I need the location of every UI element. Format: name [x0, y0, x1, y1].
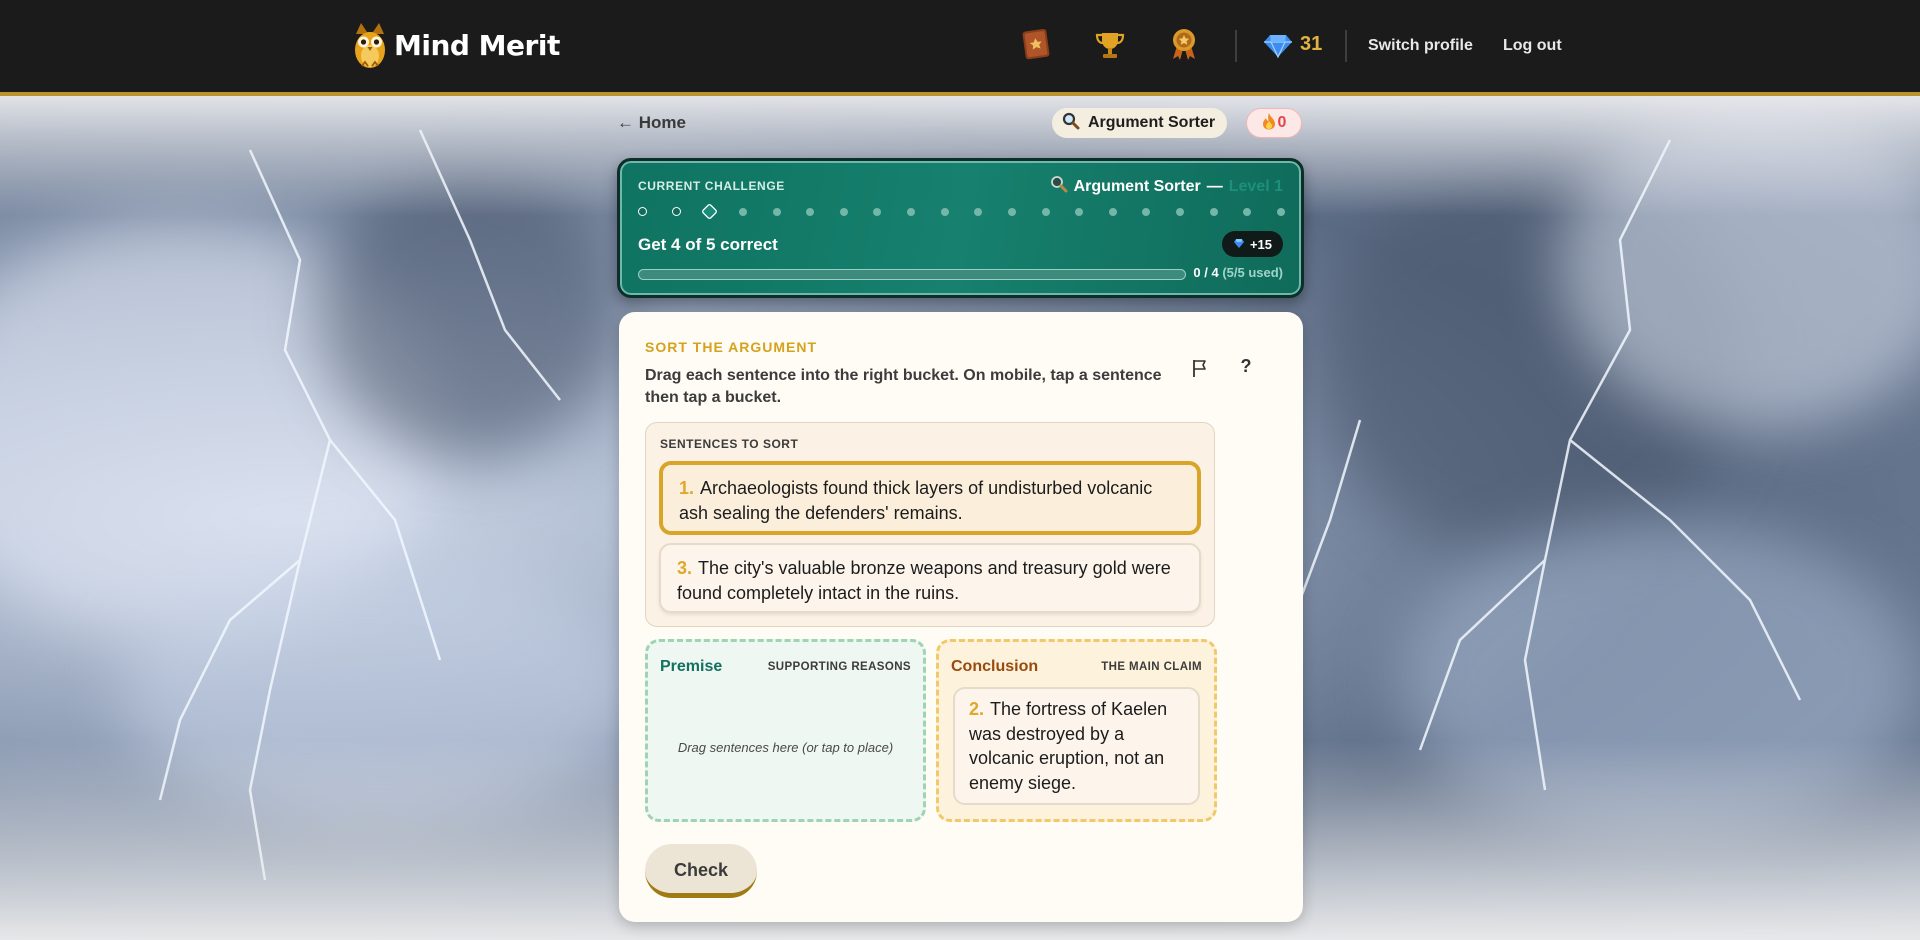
medal-icon[interactable]	[1166, 26, 1202, 62]
trophy-icon[interactable]	[1092, 26, 1128, 62]
sentence-text: The city's valuable bronze weapons and t…	[677, 558, 1171, 603]
owl-icon	[352, 20, 388, 70]
step-dot	[974, 208, 983, 216]
step-dot	[1176, 208, 1185, 216]
step-dot	[806, 208, 815, 216]
step-dot	[940, 208, 949, 216]
step-dot	[738, 208, 747, 216]
challenge-step-dots	[638, 202, 1289, 221]
streak-pill: 0	[1246, 108, 1302, 138]
step-dot	[1277, 208, 1285, 216]
step-dot	[638, 207, 647, 216]
step-dot	[1209, 208, 1218, 216]
flame-icon	[1262, 112, 1276, 135]
current-challenge-panel: CURRENT CHALLENGE Argument Sorter — Leve…	[617, 158, 1304, 298]
gem-icon	[1233, 237, 1245, 252]
step-dot	[873, 208, 882, 216]
app-logo[interactable]: Mind Merit	[352, 20, 560, 70]
game-pill-label: Argument Sorter	[1088, 114, 1216, 131]
sentence-card[interactable]: 3. The city's valuable bronze weapons and…	[659, 543, 1201, 613]
flag-icon[interactable]	[1189, 357, 1211, 379]
step-dot	[1041, 208, 1050, 216]
step-dot	[1108, 208, 1117, 216]
step-dot	[1142, 208, 1151, 216]
challenge-label: CURRENT CHALLENGE	[638, 179, 785, 193]
premise-bucket[interactable]: Premise SUPPORTING REASONS Drag sentence…	[645, 639, 926, 822]
challenge-game-name: Argument Sorter	[1073, 177, 1201, 195]
header-divider	[1235, 30, 1237, 62]
header-divider	[1345, 30, 1347, 62]
logout-link[interactable]: Log out	[1503, 37, 1562, 55]
task-instruction: Drag each sentence into the right bucket…	[645, 367, 1162, 406]
conclusion-bucket[interactable]: Conclusion THE MAIN CLAIM 2. The fortress…	[936, 639, 1217, 822]
back-home-link[interactable]: ← Home	[617, 113, 686, 133]
sentence-pool: SENTENCES TO SORT 1. Archaeologists found…	[645, 422, 1215, 627]
challenge-title: Argument Sorter — Level 1	[1050, 175, 1283, 198]
step-dot	[1075, 208, 1084, 216]
app-name: Mind Merit	[394, 28, 560, 62]
challenge-goal: Get 4 of 5 correct	[638, 235, 778, 254]
sentence-card[interactable]: 1. Archaeologists found thick layers of u…	[659, 461, 1201, 535]
magnifier-icon	[1062, 112, 1080, 135]
challenge-progress-text: 0 / 4 (5/5 used)	[1193, 265, 1283, 280]
challenge-level: Level 1	[1228, 177, 1283, 195]
sentence-text: Archaeologists found thick layers of und…	[679, 478, 1153, 523]
premise-drop-hint: Drag sentences here (or tap to place)	[677, 740, 894, 755]
progress-count: 0 / 4	[1193, 265, 1219, 280]
task-card: SORT THE ARGUMENT Drag each sentence int…	[619, 312, 1303, 922]
magnifier-icon	[1050, 175, 1068, 198]
pool-label: SENTENCES TO SORT	[660, 437, 799, 451]
attempts-used: (5/5 used)	[1222, 265, 1283, 280]
challenge-dash: —	[1206, 177, 1223, 195]
sentence-text: The fortress of Kaelen was destroyed by …	[969, 699, 1168, 793]
switch-profile-link[interactable]: Switch profile	[1368, 37, 1473, 55]
help-button[interactable]: ?	[1235, 356, 1257, 378]
check-button[interactable]: Check	[645, 844, 757, 898]
game-pill: Argument Sorter	[1052, 108, 1228, 138]
premise-subtitle: SUPPORTING REASONS	[767, 661, 911, 673]
step-dot	[701, 202, 719, 221]
premise-title: Premise	[660, 658, 723, 675]
sentence-number: 2.	[969, 699, 985, 719]
step-dot	[1007, 208, 1016, 216]
placed-sentence-card[interactable]: 2. The fortress of Kaelen was destroyed b…	[953, 687, 1200, 805]
step-dot	[671, 207, 681, 216]
streak-count: 0	[1277, 114, 1287, 131]
task-kicker: SORT THE ARGUMENT	[645, 339, 818, 355]
app-header: Mind Merit 31 Switch profile Log out	[0, 0, 1920, 96]
gem-icon	[1260, 26, 1296, 62]
step-dot	[907, 208, 916, 216]
conclusion-title: Conclusion	[951, 658, 1039, 675]
step-dot	[772, 208, 781, 216]
step-dot	[1243, 208, 1252, 216]
sentence-number: 1.	[679, 478, 695, 498]
challenge-progress-bar	[638, 269, 1186, 280]
conclusion-subtitle: THE MAIN CLAIM	[1101, 661, 1202, 673]
reward-badge: +15	[1221, 231, 1283, 257]
gem-count: 31	[1300, 33, 1323, 55]
reward-value: +15	[1249, 236, 1272, 252]
book-icon[interactable]	[1019, 26, 1055, 62]
step-dot	[839, 208, 848, 216]
sentence-number: 3.	[677, 558, 693, 578]
